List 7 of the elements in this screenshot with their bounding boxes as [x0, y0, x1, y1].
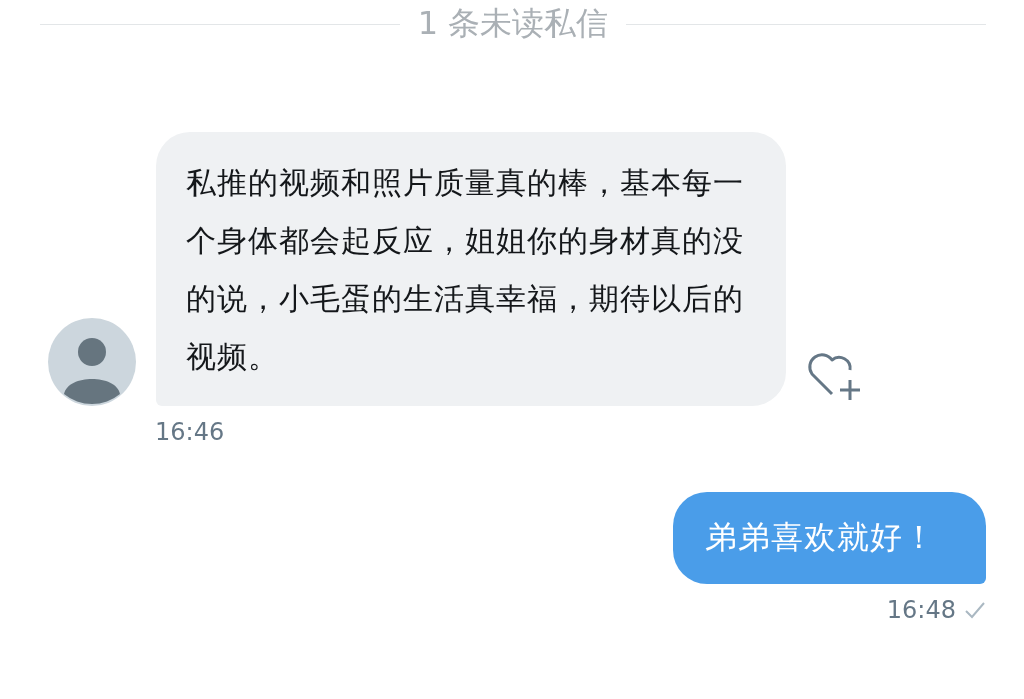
heart-plus-icon[interactable]: [806, 350, 862, 402]
message-time: 16:46: [155, 418, 225, 446]
message-time: 16:48: [886, 596, 956, 624]
unread-divider-label: 1 条未读私信: [417, 3, 609, 44]
avatar-icon[interactable]: [48, 318, 136, 406]
message-bubble: 弟弟喜欢就好！: [673, 492, 986, 584]
message-bubble: 私推的视频和照片质量真的棒，基本每一个身体都会起反应，姐姐你的身材真的没的说，小毛蛋的生活真幸福，期待以后的视频。: [156, 132, 786, 406]
